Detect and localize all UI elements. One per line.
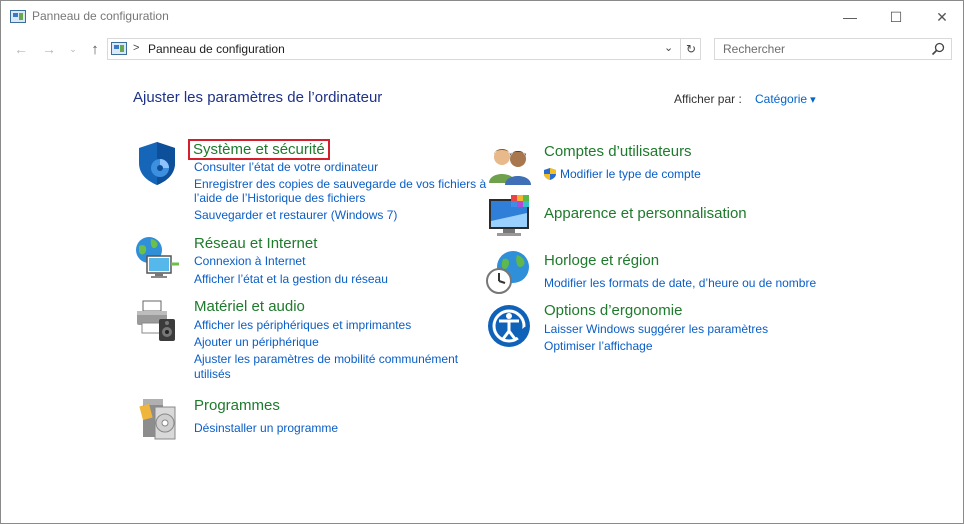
up-arrow-icon[interactable]: ↑	[85, 39, 105, 59]
category-title-network-internet[interactable]: Réseau et Internet	[194, 235, 317, 252]
network-globe-icon	[136, 237, 179, 278]
link-network-status[interactable]: Afficher l’état et la gestion du réseau	[194, 272, 388, 287]
refresh-icon[interactable]: ↻	[680, 39, 701, 59]
control-panel-app-icon	[10, 10, 26, 23]
minimize-button[interactable]: —	[827, 1, 873, 33]
control-panel-address-icon	[111, 42, 127, 55]
category-title-ease-of-access[interactable]: Options d’ergonomie	[544, 302, 682, 319]
link-file-history-backup[interactable]: Enregistrer des copies de sauvegarde de …	[194, 177, 486, 192]
address-dropdown-icon[interactable]: ⌄	[664, 41, 673, 54]
category-title-system-security[interactable]: Système et sécurité	[188, 139, 330, 160]
link-connect-internet[interactable]: Connexion à Internet	[194, 254, 305, 269]
uac-shield-icon	[544, 168, 556, 180]
programs-disc-icon	[139, 399, 176, 440]
monitor-palette-icon	[489, 195, 529, 236]
view-by-dropdown[interactable]: Catégorie	[755, 92, 816, 106]
category-title-programs[interactable]: Programmes	[194, 397, 280, 414]
close-button[interactable]: ✕	[919, 1, 964, 33]
link-devices-printers[interactable]: Afficher les périphériques et imprimante…	[194, 318, 411, 333]
link-date-time-number-formats[interactable]: Modifier les formats de date, d’heure ou…	[544, 276, 816, 291]
page-title: Ajuster les paramètres de l’ordinateur	[133, 89, 383, 106]
category-title-clock-region[interactable]: Horloge et région	[544, 252, 659, 269]
maximize-button[interactable]: ☐	[873, 1, 919, 33]
link-add-device[interactable]: Ajouter un périphérique	[194, 335, 319, 350]
category-title-hardware-sound[interactable]: Matériel et audio	[194, 298, 305, 315]
link-uninstall-program[interactable]: Désinstaller un programme	[194, 421, 338, 436]
search-input[interactable]	[715, 39, 933, 59]
link-file-history-backup-line2[interactable]: l’aide de l’Historique des fichiers	[194, 191, 365, 206]
view-by-label: Afficher par :	[674, 92, 742, 106]
shield-icon	[139, 142, 175, 185]
window-title: Panneau de configuration	[32, 9, 169, 23]
search-icon[interactable]	[931, 42, 945, 56]
control-panel-window: Panneau de configuration — ☐ ✕ ← → ⌄ ↑ >…	[0, 0, 964, 524]
breadcrumb-chevron-icon[interactable]: >	[133, 42, 139, 54]
navigation-bar: ← → ⌄ ↑ > Panneau de configuration ⌄ ↻	[1, 33, 963, 65]
link-windows-suggest-settings[interactable]: Laisser Windows suggérer les paramètres	[544, 322, 768, 337]
accessibility-icon	[488, 305, 530, 347]
back-arrow-icon[interactable]: ←	[11, 39, 31, 59]
clock-globe-icon	[486, 251, 529, 294]
breadcrumb-control-panel[interactable]: Panneau de configuration	[148, 42, 285, 56]
link-change-account-type-label[interactable]: Modifier le type de compte	[560, 167, 701, 181]
link-mobility-settings[interactable]: Ajuster les paramètres de mobilité commu…	[194, 352, 458, 367]
title-bar: Panneau de configuration — ☐ ✕	[1, 1, 963, 33]
address-bar[interactable]: > Panneau de configuration ⌄ ↻	[107, 38, 701, 60]
users-icon	[489, 149, 531, 185]
link-backup-restore[interactable]: Sauvegarder et restaurer (Windows 7)	[194, 208, 397, 223]
link-optimize-display[interactable]: Optimiser l’affichage	[544, 339, 653, 354]
printer-speaker-icon	[137, 300, 175, 341]
category-title-appearance[interactable]: Apparence et personnalisation	[544, 205, 747, 222]
link-check-computer-status[interactable]: Consulter l’état de votre ordinateur	[194, 160, 378, 175]
category-title-user-accounts[interactable]: Comptes d’utilisateurs	[544, 143, 692, 160]
link-mobility-settings-line2[interactable]: utilisés	[194, 367, 231, 382]
search-box[interactable]	[714, 38, 952, 60]
forward-arrow-icon[interactable]: →	[39, 39, 59, 59]
recent-locations-chevron-icon[interactable]: ⌄	[63, 39, 83, 59]
link-change-account-type[interactable]: Modifier le type de compte	[544, 167, 701, 182]
